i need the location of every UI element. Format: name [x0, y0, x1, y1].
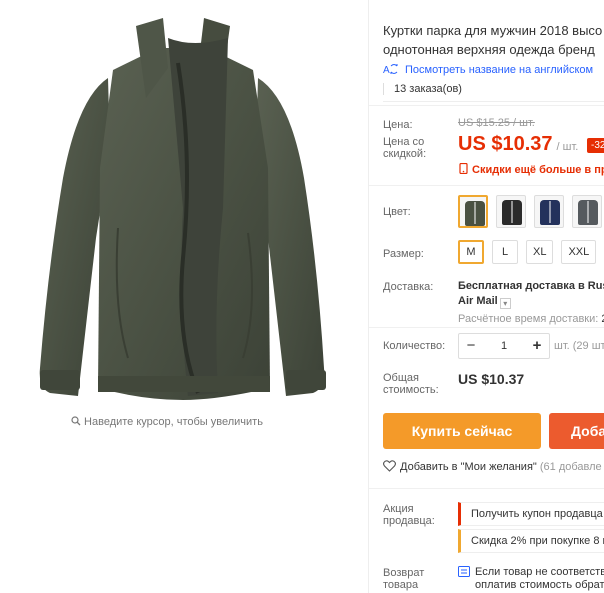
color-swatches: [458, 195, 602, 228]
old-price: US $15.25 / шт.: [458, 117, 535, 129]
orders-bar: 13 заказа(ов): [383, 80, 604, 102]
quantity-stepper: − 1 +: [458, 333, 550, 359]
shipping-destination: Бесплатная доставка в Russ: [458, 280, 604, 292]
divider: [369, 185, 604, 186]
shipping-label: Доставка:: [383, 281, 434, 293]
color-option-navy[interactable]: [534, 195, 564, 228]
product-image-jacket[interactable]: [18, 8, 348, 408]
translate-link-text: Посмотреть название на английском: [405, 64, 594, 76]
svg-text:A: A: [383, 65, 390, 76]
product-gallery: Наведите курсор, чтобы увеличить: [0, 0, 368, 593]
product-title-line2: однотонная верхняя одежда бренд: [383, 42, 595, 57]
app-promo-link[interactable]: Скидки ещё больше в при: [458, 163, 604, 176]
quantity-label: Количество:: [383, 340, 446, 352]
shipping-info: Бесплатная доставка в Russ Air Mail ▾: [458, 279, 604, 309]
returns-line1: Если товар не соответству: [475, 566, 604, 578]
total-price: US $10.37: [458, 371, 525, 387]
magnifier-icon: [71, 416, 81, 426]
seller-promo-label: Акция продавца:: [383, 503, 435, 527]
size-option-xl[interactable]: XL: [526, 240, 554, 264]
size-options: M L XL XXL: [458, 240, 597, 264]
size-option-l[interactable]: L: [492, 240, 518, 264]
mobile-phone-icon: [459, 163, 468, 174]
product-title: Куртки парка для мужчин 2018 высо одното…: [383, 21, 604, 59]
divider: [369, 327, 604, 328]
heart-icon: [383, 460, 396, 472]
returns-label: Возврат товара: [383, 567, 425, 591]
translate-title-link[interactable]: A Посмотреть название на английском: [383, 62, 593, 76]
quantity-input[interactable]: 1: [483, 340, 525, 352]
quantity-increase-button[interactable]: +: [525, 334, 549, 358]
product-title-line1: Куртки парка для мужчин 2018 высо: [383, 23, 603, 38]
color-option-gray[interactable]: [572, 195, 602, 228]
wishlist-text: Добавить в "Мои желания": [400, 461, 537, 473]
seller-coupon-button[interactable]: Получить купон продавца: [458, 502, 604, 526]
app-promo-text: Скидки ещё больше в при: [472, 164, 604, 176]
quantity-available-note: шт. (29 шт.: [554, 340, 604, 352]
color-label: Цвет:: [383, 206, 411, 218]
price-label: Цена:: [383, 119, 413, 131]
returns-info-icon: [458, 566, 470, 577]
zoom-hint-text: Наведите курсор, чтобы увеличить: [84, 416, 263, 428]
wishlist-count: (61 добавле: [539, 461, 602, 473]
orders-count: 13 заказа(ов): [383, 83, 462, 95]
size-option-m[interactable]: M: [458, 240, 484, 264]
buy-now-button[interactable]: Купить сейчас: [383, 413, 541, 449]
returns-policy: Если товар не соответству оплатив стоимо…: [458, 566, 604, 592]
product-info-panel: Куртки парка для мужчин 2018 высо одното…: [368, 0, 604, 593]
quantity-decrease-button[interactable]: −: [459, 334, 483, 358]
zoom-hint: Наведите курсор, чтобы увеличить: [0, 416, 334, 428]
shipping-method: Air Mail: [458, 295, 498, 307]
translate-icon: A: [383, 64, 398, 76]
discount-badge: -32%: [587, 138, 604, 153]
bulk-discount-badge: Скидка 2% при покупке 8 ш: [458, 529, 604, 553]
chevron-down-icon[interactable]: ▾: [499, 298, 511, 309]
size-option-xxl[interactable]: XXL: [561, 240, 597, 264]
add-to-wishlist-link[interactable]: Добавить в "Мои желания" (61 добавле: [383, 460, 602, 473]
price-amount: US $10.37: [458, 133, 553, 155]
shipping-method-select[interactable]: Air Mail ▾: [458, 294, 604, 309]
size-label: Размер:: [383, 248, 424, 260]
divider: [369, 105, 604, 106]
price-unit: / шт.: [556, 141, 579, 153]
total-label: Общая стоимость:: [383, 372, 439, 396]
color-option-black[interactable]: [496, 195, 526, 228]
divider: [369, 488, 604, 489]
returns-line2: оплатив стоимость обратн: [475, 579, 604, 591]
current-price: US $10.37/ шт.: [458, 133, 578, 156]
shipping-time: Расчётное время доставки: 2: [458, 313, 604, 325]
add-to-cart-button[interactable]: Доба: [549, 413, 604, 449]
discount-price-label: Цена со скидкой:: [383, 136, 427, 160]
shipping-time-label: Расчётное время доставки:: [458, 313, 599, 325]
color-option-army-green[interactable]: [458, 195, 488, 228]
